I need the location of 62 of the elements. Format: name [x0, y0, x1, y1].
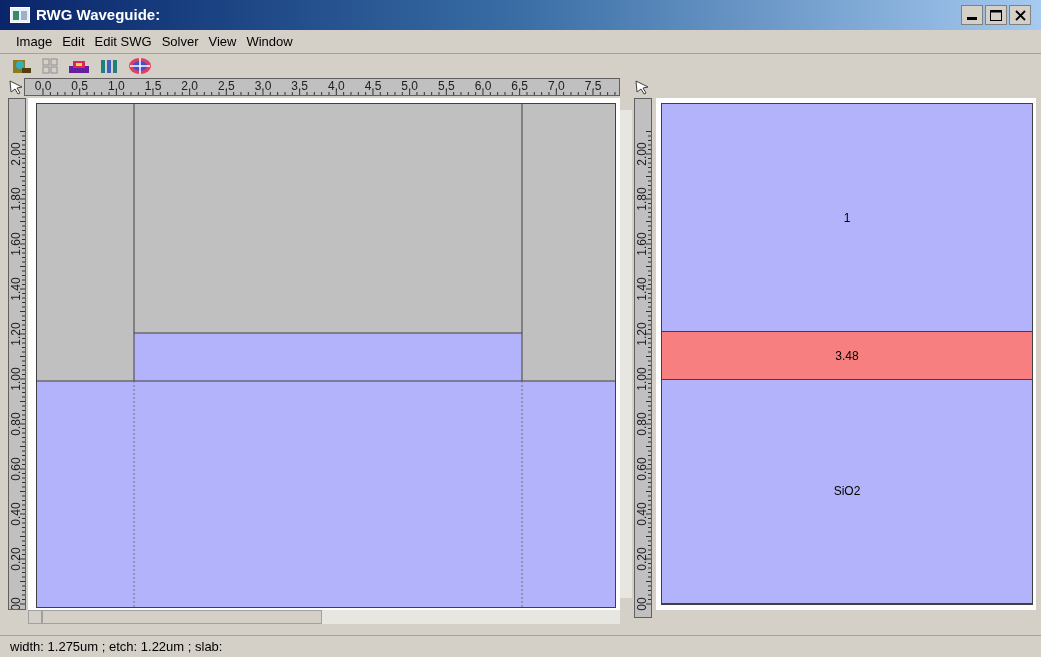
ruler-label: 0.80: [635, 412, 649, 436]
ruler-label: 4.0: [328, 79, 345, 93]
ruler-label: 7.0: [548, 79, 565, 93]
ruler-label: 0.60: [9, 457, 23, 481]
ruler-label: 3.0: [254, 79, 272, 93]
ruler-label: 00: [635, 597, 649, 611]
window-icon: [10, 7, 30, 23]
ruler-label: 3.5: [291, 79, 309, 93]
menu-item[interactable]: View: [208, 31, 237, 52]
cursor-icon[interactable]: [634, 79, 650, 95]
menu-item[interactable]: Window: [246, 31, 293, 52]
minimize-icon: [967, 17, 977, 20]
maximize-icon: [990, 9, 1002, 21]
ruler-label: 1.00: [635, 367, 649, 391]
close-button[interactable]: [1009, 5, 1031, 25]
ruler-label: 2.0: [181, 79, 198, 93]
layer-label: SiO2: [833, 483, 861, 501]
cursor-icon[interactable]: [8, 79, 24, 95]
ruler-label: 1.80: [635, 187, 649, 211]
menu-item[interactable]: Solver: [161, 31, 199, 52]
status-text: width: 1.275um ; etch: 1.22um ; slab:: [10, 637, 223, 656]
ruler-label: 5.0: [401, 79, 419, 93]
ruler-label: 0.80: [9, 412, 23, 436]
ruler-label: 0.5: [71, 79, 88, 93]
ruler-label: 1.20: [635, 322, 649, 346]
waveguide-icon[interactable]: [68, 58, 90, 74]
ruler-label: 7.5: [584, 79, 602, 93]
ruler-label: 1.60: [635, 232, 649, 256]
layer-label: 1: [843, 209, 851, 227]
window-title: RWG Waveguide:: [36, 4, 161, 25]
layer-label: 3.48: [835, 347, 859, 365]
ruler-label: 5.5: [438, 79, 455, 93]
ruler-label: 6.0: [474, 79, 492, 93]
ruler-label: 2.00: [9, 142, 23, 166]
minimize-button[interactable]: [961, 5, 983, 25]
mode-icon[interactable]: [128, 57, 152, 75]
ruler-label: 1.20: [9, 322, 23, 346]
ruler-label: 2.5: [218, 79, 235, 93]
ruler-label: 1.40: [9, 277, 23, 301]
ruler-label: 1.60: [9, 232, 23, 256]
ruler-label: 0.20: [9, 547, 23, 571]
image-tool-icon[interactable]: [12, 58, 32, 74]
ruler-label: 1.5: [144, 79, 162, 93]
ruler-label: 0.40: [635, 502, 649, 526]
ruler-label: 0.60: [635, 457, 649, 481]
ruler-label: 0.0: [34, 79, 52, 93]
horizontal-scrollbar[interactable]: [28, 610, 620, 624]
ruler-label: 2.00: [635, 142, 649, 166]
menu-item[interactable]: Edit SWG: [94, 31, 152, 52]
maximize-button[interactable]: [985, 5, 1007, 25]
close-icon: [1014, 9, 1026, 21]
ruler-label: 1.0: [108, 79, 125, 93]
ruler-label: 0.40: [9, 502, 23, 526]
menu-item[interactable]: Image: [16, 31, 53, 52]
ruler-label: 0.20: [635, 547, 649, 571]
menu-item[interactable]: Edit: [62, 31, 85, 52]
ruler-label: 4.5: [364, 79, 382, 93]
columns-icon[interactable]: [100, 58, 118, 74]
ruler-label: 1.00: [9, 367, 23, 391]
ruler-label: 1.40: [635, 277, 649, 301]
ruler-label: 6.5: [511, 79, 529, 93]
ruler-label: 1.80: [9, 187, 23, 211]
